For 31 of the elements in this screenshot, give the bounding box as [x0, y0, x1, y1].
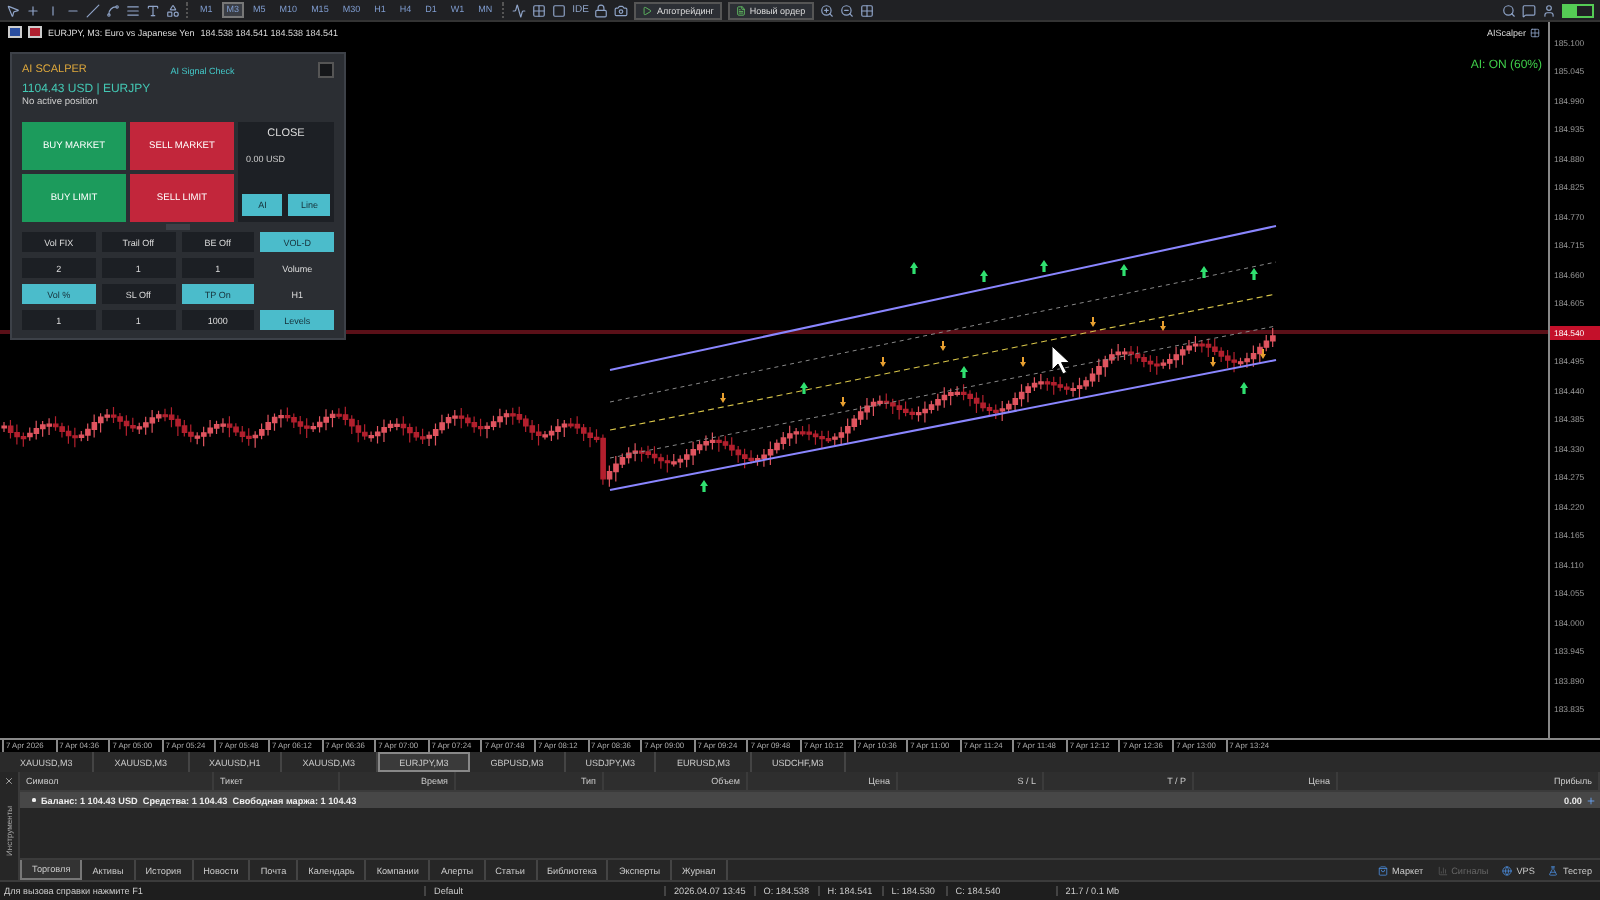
- zoom-out-icon[interactable]: [839, 3, 854, 17]
- chart-line-icon[interactable]: [512, 3, 527, 17]
- connection-indicator: [1562, 3, 1594, 17]
- square-icon[interactable]: [552, 3, 567, 17]
- crosshair-icon[interactable]: [26, 3, 40, 17]
- lock-icon[interactable]: [594, 3, 609, 17]
- user-icon[interactable]: [1542, 3, 1556, 17]
- shapes-icon[interactable]: [166, 3, 180, 17]
- vertical-line-icon[interactable]: [46, 3, 60, 17]
- play-icon: [642, 5, 653, 15]
- chat-icon[interactable]: [1522, 3, 1536, 17]
- bar-chart-icon: [1437, 865, 1448, 875]
- search-icon[interactable]: [1502, 3, 1516, 17]
- flask-icon: [1548, 865, 1559, 875]
- indicator-icon: [1530, 28, 1540, 38]
- globe-icon: [1502, 865, 1513, 875]
- camera-icon[interactable]: [614, 3, 629, 17]
- document-icon: [735, 5, 746, 15]
- bag-icon: [1378, 865, 1389, 875]
- cursor-icon: [1051, 345, 1071, 375]
- cursor-icon[interactable]: [6, 3, 20, 17]
- grid-icon[interactable]: [859, 3, 874, 17]
- minimize-button[interactable]: [318, 62, 334, 78]
- template-icon[interactable]: [532, 3, 547, 17]
- text-tool-icon[interactable]: [146, 3, 160, 17]
- plus-icon[interactable]: [1586, 795, 1596, 805]
- collapse-handle[interactable]: [166, 224, 190, 230]
- lines-icon[interactable]: [126, 3, 140, 17]
- curve-icon[interactable]: [106, 3, 120, 17]
- trend-line-icon[interactable]: [86, 3, 100, 17]
- zoom-in-icon[interactable]: [819, 3, 834, 17]
